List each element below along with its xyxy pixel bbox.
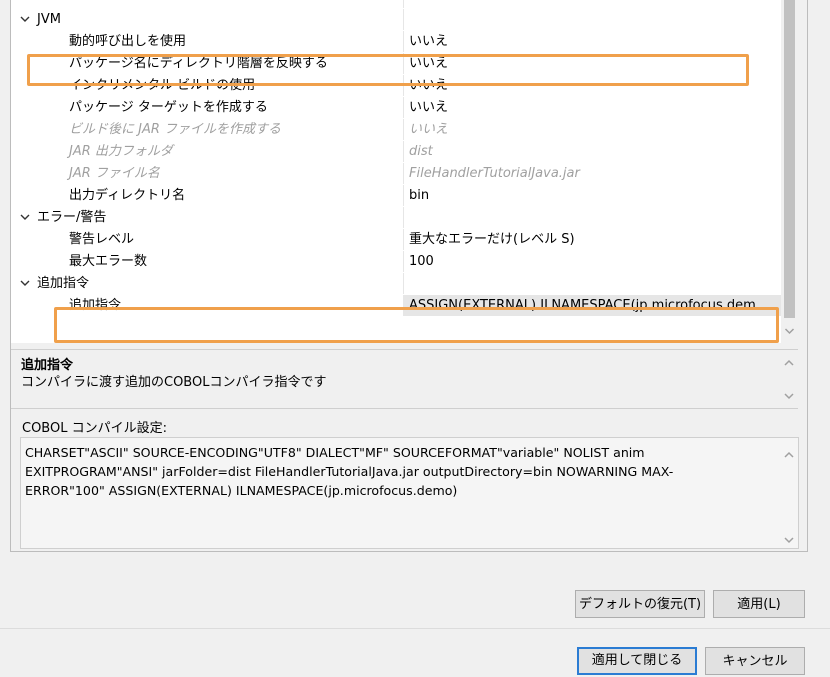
property-value-cell[interactable]: いいえ	[404, 75, 781, 96]
property-name-cell[interactable]: 追加指令	[11, 273, 404, 294]
compile-settings-label: COBOL コンパイル設定:	[22, 421, 167, 436]
property-row[interactable]: 動的呼び出しを使用 いいえ	[11, 31, 781, 53]
property-value: いいえ	[409, 122, 449, 137]
category-label: 追加指令	[37, 276, 90, 291]
property-value-cell[interactable]: 100	[404, 251, 781, 272]
description-panel: 追加指令 コンパイラに渡す追加のCOBOLコンパイラ指令です	[11, 349, 798, 409]
compile-settings-text[interactable]: CHARSET"ASCII" SOURCE-ENCODING"UTF8" DIA…	[25, 443, 765, 500]
property-label: JAR ファイル名	[69, 166, 160, 181]
property-name-cell[interactable]: JVM	[11, 9, 404, 30]
property-label: パッケージ ターゲットを作成する	[69, 100, 268, 115]
property-value: いいえ	[409, 56, 449, 71]
category-label: JVM	[37, 12, 61, 27]
chevron-down-icon[interactable]	[19, 13, 31, 25]
property-label: 警告レベル	[69, 232, 135, 247]
property-row[interactable]: インクリメンタル ビルドの使用 いいえ	[11, 75, 781, 97]
scrollbar-thumb[interactable]	[784, 0, 795, 318]
property-value: いいえ	[409, 34, 449, 49]
property-label: 動的呼び出しを使用	[69, 34, 187, 49]
property-name-cell[interactable]: 出力ディレクトリ名	[11, 185, 404, 206]
property-name-cell[interactable]: ビルド後に JAR ファイルを作成する	[11, 119, 404, 140]
property-name-cell[interactable]: 追加指令	[11, 295, 404, 316]
compile-settings-box[interactable]: CHARSET"ASCII" SOURCE-ENCODING"UTF8" DIA…	[20, 437, 799, 549]
property-value: いいえ	[409, 78, 449, 93]
property-label: ビルド後に JAR ファイルを作成する	[69, 122, 282, 137]
separator	[0, 628, 830, 629]
chevron-down-icon[interactable]	[19, 211, 31, 223]
property-table: JVM 動的呼び出しを使用 いいえ パッケージ名にディレクトリ階層を反映する いいえ イン…	[11, 0, 781, 343]
property-name-cell[interactable]: インクリメンタル ビルドの使用	[11, 75, 404, 96]
property-value: FileHandlerTutorialJava.jar	[409, 166, 580, 181]
property-value-cell	[404, 9, 781, 30]
property-value-cell	[404, 273, 781, 294]
property-value-cell[interactable]: いいえ	[404, 53, 781, 74]
property-name-cell[interactable]: 最大エラー数	[11, 251, 404, 272]
property-name-cell[interactable]: パッケージ ターゲットを作成する	[11, 97, 404, 118]
category-row[interactable]: 追加指令	[11, 273, 781, 295]
property-row[interactable]: パッケージ名にディレクトリ階層を反映する いいえ	[11, 53, 781, 75]
property-label: JAR 出力フォルダ	[69, 144, 173, 159]
property-value-cell[interactable]: dist	[404, 141, 781, 162]
property-value-cell	[404, 207, 781, 228]
property-label: 出力ディレクトリ名	[69, 188, 186, 203]
property-value: bin	[409, 188, 430, 203]
property-table-scrollbar[interactable]	[781, 0, 798, 343]
property-label: パッケージ名にディレクトリ階層を反映する	[69, 56, 328, 71]
property-name-cell[interactable]: 警告レベル	[11, 229, 404, 250]
restore-defaults-button[interactable]: デフォルトの復元(T)	[575, 590, 705, 618]
property-label: 追加指令	[69, 298, 122, 313]
property-name-cell[interactable]: JAR ファイル名	[11, 163, 404, 184]
property-row[interactable]: JAR 出力フォルダ dist	[11, 141, 781, 163]
property-name-cell[interactable]: JAR 出力フォルダ	[11, 141, 404, 162]
scroll-down-arrow-icon[interactable]	[784, 325, 795, 337]
property-row[interactable]: 出力ディレクトリ名 bin	[11, 185, 781, 207]
category-label: エラー/警告	[37, 210, 107, 225]
property-name-cell[interactable]: パッケージ名にディレクトリ階層を反映する	[11, 53, 404, 74]
property-row[interactable]: ビルド後に JAR ファイルを作成する いいえ	[11, 119, 781, 141]
property-value: いいえ	[409, 100, 449, 115]
property-value-cell[interactable]: bin	[404, 185, 781, 206]
property-label: 最大エラー数	[69, 254, 148, 269]
description-text: コンパイラに渡す追加のCOBOLコンパイラ指令です	[21, 375, 327, 390]
property-value-cell[interactable]: FileHandlerTutorialJava.jar	[404, 163, 781, 184]
property-value-cell[interactable]: いいえ	[404, 97, 781, 118]
property-row[interactable]: 警告レベル 重大なエラーだけ(レベル S)	[11, 229, 781, 251]
chevron-down-icon[interactable]	[19, 277, 31, 289]
property-row[interactable]: JAR ファイル名 FileHandlerTutorialJava.jar	[11, 163, 781, 185]
compile-settings-scrollbar[interactable]	[782, 444, 796, 544]
category-row[interactable]: エラー/警告	[11, 207, 781, 229]
apply-and-close-button[interactable]: 適用して閉じる	[577, 647, 697, 675]
property-value: dist	[409, 144, 433, 159]
property-value-cell[interactable]: 重大なエラーだけ(レベル S)	[404, 229, 781, 250]
property-row[interactable]: 最大エラー数 100	[11, 251, 781, 273]
property-label: インクリメンタル ビルドの使用	[69, 78, 256, 93]
property-row[interactable]: パッケージ ターゲットを作成する いいえ	[11, 97, 781, 119]
cut-off-row	[11, 0, 781, 9]
property-name-cell[interactable]: エラー/警告	[11, 207, 404, 228]
property-name-cell[interactable]: 動的呼び出しを使用	[11, 31, 404, 52]
property-value: 重大なエラーだけ(レベル S)	[409, 232, 575, 247]
property-value: 100	[409, 254, 434, 269]
property-value-cell[interactable]: いいえ	[404, 119, 781, 140]
description-scrollbar[interactable]	[782, 354, 796, 404]
apply-button[interactable]: 適用(L)	[713, 590, 805, 618]
property-row[interactable]: 追加指令 ASSIGN(EXTERNAL) ILNAMESPACE(jp.micr…	[11, 295, 781, 317]
property-value-cell[interactable]: いいえ	[404, 31, 781, 52]
category-row[interactable]: JVM	[11, 9, 781, 31]
property-value: ASSIGN(EXTERNAL) ILNAMESPACE(jp.microfoc…	[409, 298, 756, 313]
property-value-cell[interactable]: ASSIGN(EXTERNAL) ILNAMESPACE(jp.microfoc…	[404, 295, 781, 316]
cancel-button[interactable]: キャンセル	[705, 647, 805, 675]
